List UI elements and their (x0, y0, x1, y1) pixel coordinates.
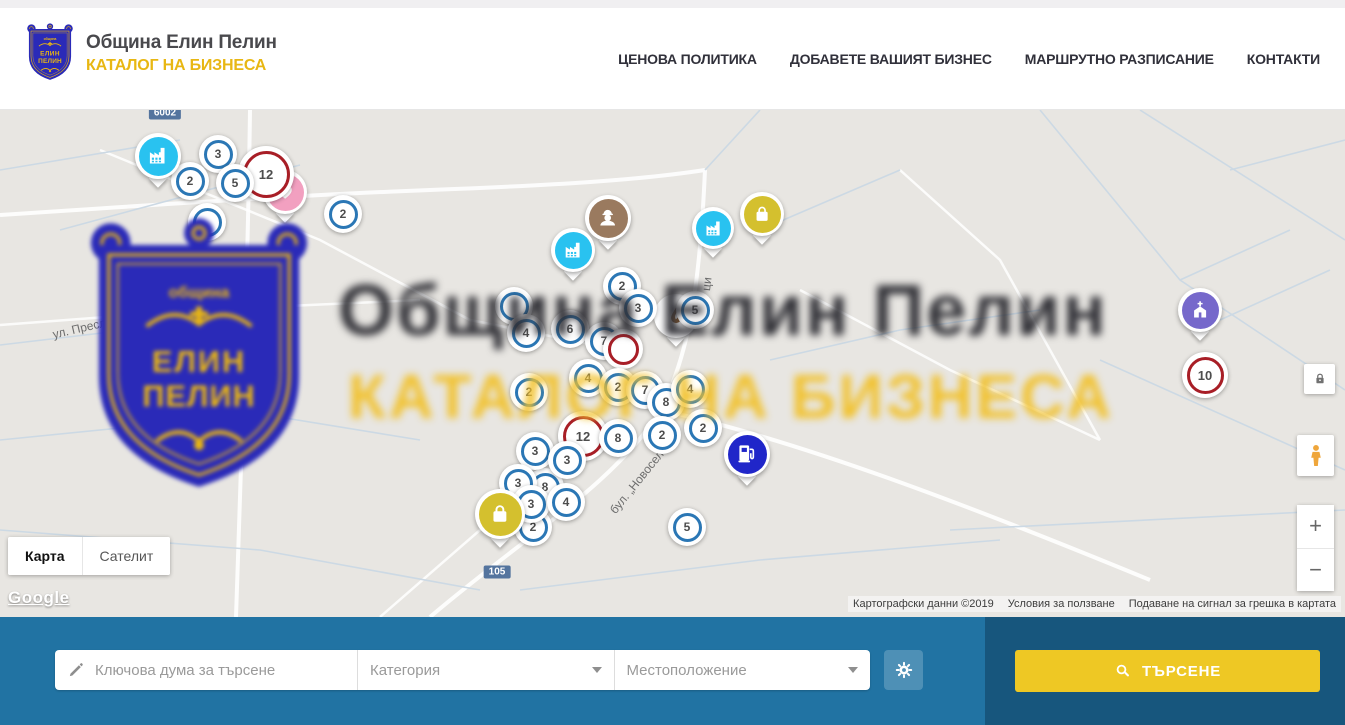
keyword-field (55, 650, 357, 690)
nav-add-business[interactable]: ДОБАВЕТЕ ВАШИЯТ БИЗНЕС (790, 51, 992, 67)
main-nav: ЦЕНОВА ПОЛИТИКА ДОБАВЕТЕ ВАШИЯТ БИЗНЕС М… (618, 8, 1320, 110)
location-select-value: Местоположение (627, 662, 747, 679)
attribution-terms-link[interactable]: Условия за ползване (1008, 598, 1115, 610)
cluster-marker[interactable]: 3 (548, 441, 586, 479)
bag-pin[interactable] (475, 489, 525, 539)
municipality-crest-icon (26, 22, 74, 84)
nav-route-schedule[interactable]: МАРШРУТНО РАЗПИСАНИЕ (1025, 51, 1214, 67)
watermark-crest (85, 215, 313, 508)
factory-pin[interactable] (692, 207, 734, 249)
search-inputs-group: Категория Местоположение (55, 650, 870, 690)
site-tagline: КАТАЛОГ НА БИЗНЕСА (86, 57, 277, 75)
google-logo[interactable]: Google (8, 588, 70, 608)
chevron-down-icon (592, 667, 602, 673)
map[interactable]: 1232522356744278422122883332345106002105… (0, 110, 1345, 617)
top-strip (0, 0, 1345, 8)
fuel-pin[interactable] (724, 431, 770, 477)
pencil-icon (67, 661, 85, 679)
map-type-control: Карта Сателит (8, 537, 170, 575)
nav-contacts[interactable]: КОНТАКТИ (1247, 51, 1320, 67)
attribution-copyright: Картографски данни ©2019 (853, 598, 994, 610)
watermark-title: Община Елин Пелин (338, 270, 1108, 352)
gear-icon (894, 660, 914, 680)
map-type-map-button[interactable]: Карта (8, 537, 82, 575)
watermark-subtitle: КАТАЛОГ НА БИЗНЕСА (348, 362, 1114, 433)
nav-pricing[interactable]: ЦЕНОВА ПОЛИТИКА (618, 51, 757, 67)
factory-pin[interactable] (135, 133, 181, 179)
lock-icon (1312, 371, 1328, 387)
cluster-marker[interactable]: 2 (324, 195, 362, 233)
map-attribution: Картографски данни ©2019 Условия за полз… (848, 596, 1341, 612)
factory-pin[interactable] (551, 228, 595, 272)
streetview-lock-button[interactable] (1304, 364, 1335, 394)
map-type-satellite-button[interactable]: Сателит (82, 537, 171, 575)
category-select-value: Категория (370, 662, 440, 679)
location-select[interactable]: Местоположение (614, 650, 871, 690)
cluster-marker[interactable]: 5 (216, 164, 254, 202)
zoom-out-button[interactable]: − (1297, 549, 1334, 592)
chevron-down-icon (848, 667, 858, 673)
search-button[interactable]: ТЪРСЕНЕ (1015, 650, 1320, 692)
cluster-marker[interactable]: 5 (668, 508, 706, 546)
logo-text: Община Елин Пелин КАТАЛОГ НА БИЗНЕСА (86, 32, 277, 75)
keyword-input[interactable] (95, 662, 345, 679)
category-select[interactable]: Категория (357, 650, 614, 690)
zoom-in-button[interactable]: + (1297, 505, 1334, 549)
bag-pin[interactable] (740, 192, 784, 236)
road-badge: 105 (484, 566, 511, 579)
cluster-marker[interactable]: 4 (547, 483, 585, 521)
site-name: Община Елин Пелин (86, 32, 277, 54)
search-bar-right-panel: ТЪРСЕНЕ (985, 617, 1345, 725)
page: Община Елин Пелин КАТАЛОГ НА БИЗНЕСА ЦЕН… (0, 0, 1345, 725)
pegman-control[interactable] (1297, 435, 1334, 476)
attribution-report-link[interactable]: Подаване на сигнал за грешка в картата (1129, 598, 1336, 610)
zoom-control: + − (1297, 505, 1334, 591)
search-bar: ТЪРСЕНЕ Категория Местоположение (0, 617, 1345, 725)
advanced-search-button[interactable] (884, 650, 923, 690)
site-header: Община Елин Пелин КАТАЛОГ НА БИЗНЕСА ЦЕН… (0, 8, 1345, 110)
road-badge: 6002 (149, 110, 181, 120)
search-icon (1114, 662, 1132, 680)
cluster-marker[interactable]: 10 (1182, 352, 1228, 398)
site-logo[interactable]: Община Елин Пелин КАТАЛОГ НА БИЗНЕСА (26, 22, 277, 84)
search-button-label: ТЪРСЕНЕ (1142, 663, 1221, 680)
church-pin[interactable] (1178, 288, 1222, 332)
pegman-icon (1303, 441, 1329, 471)
